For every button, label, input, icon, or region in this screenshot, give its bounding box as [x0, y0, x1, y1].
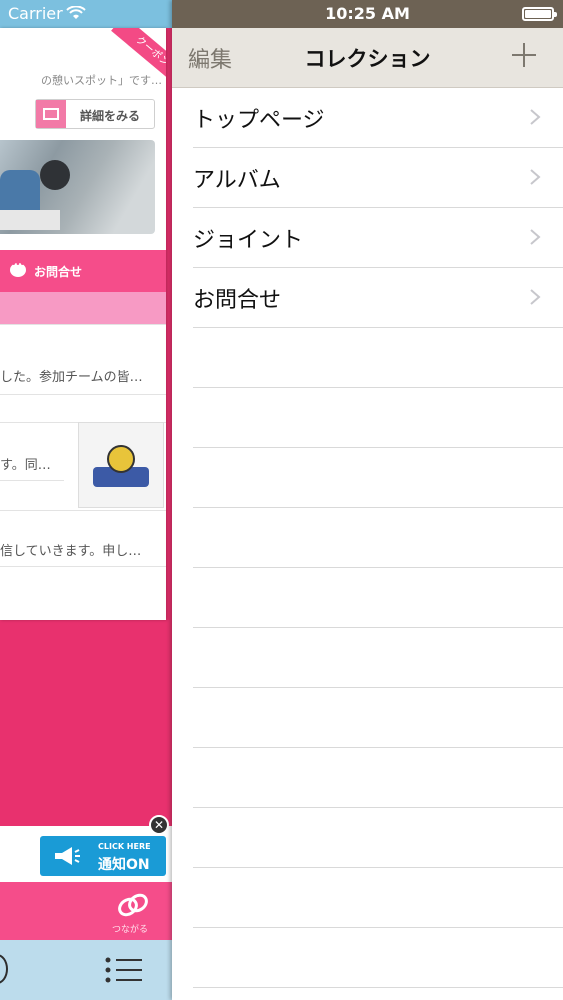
notify-label: 通知ON [98, 857, 150, 873]
divider [0, 480, 64, 481]
circle-icon[interactable] [0, 954, 8, 984]
megaphone-icon [55, 847, 80, 865]
list-item-top-page[interactable]: トップページ [172, 88, 563, 148]
empty-row [172, 508, 563, 568]
empty-row [172, 688, 563, 748]
page-title: コレクション [304, 47, 431, 71]
news-item[interactable]: 信していきます。申し… [0, 540, 166, 559]
news-thumbnail[interactable] [78, 422, 164, 508]
empty-row [172, 808, 563, 868]
chat-bubble-icon [10, 260, 26, 277]
preview-card: クーポン の憩いスポット」です… 詳細をみる お問合せ した。参加チームの皆… … [0, 28, 166, 620]
row-separator [193, 987, 563, 988]
side-app-preview[interactable]: Carrier クーポン の憩いスポット」です… 詳細をみる お問合せ した。参… [0, 0, 172, 1000]
empty-row [172, 448, 563, 508]
navigation-bar: 編集 コレクション [172, 28, 563, 88]
left-status-bar: Carrier [0, 0, 172, 28]
divider [0, 324, 166, 325]
list-item-album[interactable]: アルバム [172, 148, 563, 208]
battery-icon [522, 7, 557, 21]
collection-panel: 10:25 AM 編集 コレクション トップページ アルバム ジョイント お問合… [172, 0, 563, 1000]
divider [0, 394, 166, 395]
empty-row [172, 568, 563, 628]
left-tab-bar [0, 940, 172, 1000]
list-icon[interactable] [104, 956, 144, 984]
news-item[interactable]: す。同… [0, 454, 76, 473]
collection-list: トップページ アルバム ジョイント お問合せ [172, 88, 563, 988]
ad-banner: CLICK HERE 通知ON [0, 826, 172, 882]
carrier-label: Carrier [8, 4, 63, 23]
footer-label: つながる [112, 925, 149, 935]
notify-on-button[interactable]: CLICK HERE 通知ON [40, 836, 166, 876]
list-item-contact[interactable]: お問合せ [172, 268, 563, 328]
detail-button[interactable]: 詳細をみる [35, 99, 155, 129]
list-item-label: アルバム [193, 168, 281, 193]
intro-text: の憩いスポット」です… [41, 74, 162, 87]
empty-row [172, 628, 563, 688]
list-item-label: ジョイント [193, 228, 304, 253]
chevron-right-icon [530, 109, 541, 125]
chevron-right-icon [530, 289, 541, 305]
divider [0, 510, 166, 511]
detail-button-label: 詳細をみる [80, 109, 141, 123]
empty-row [172, 388, 563, 448]
contact-label: お問合せ [34, 265, 83, 279]
status-time: 10:25 AM [325, 4, 410, 23]
click-here-label: CLICK HERE [98, 842, 151, 851]
divider [0, 566, 166, 567]
event-photo[interactable] [0, 140, 155, 234]
footer-bar: つながる [0, 882, 172, 940]
list-item-label: トップページ [193, 108, 325, 133]
empty-row [172, 328, 563, 388]
status-bar: 10:25 AM [172, 0, 563, 28]
list-item-label: お問合せ [193, 288, 282, 313]
chevron-right-icon [530, 169, 541, 185]
detail-icon [36, 100, 66, 128]
wifi-icon [66, 6, 86, 19]
empty-row [172, 928, 563, 988]
empty-row [172, 748, 563, 808]
close-icon[interactable]: ✕ [149, 815, 169, 835]
empty-row [172, 868, 563, 928]
add-icon[interactable] [509, 40, 539, 70]
link-icon[interactable] [116, 892, 150, 918]
section-header-strip [0, 292, 166, 324]
list-item-joint[interactable]: ジョイント [172, 208, 563, 268]
chevron-right-icon [530, 229, 541, 245]
news-item[interactable]: した。参加チームの皆… [0, 366, 166, 385]
contact-bar[interactable]: お問合せ [0, 250, 166, 292]
